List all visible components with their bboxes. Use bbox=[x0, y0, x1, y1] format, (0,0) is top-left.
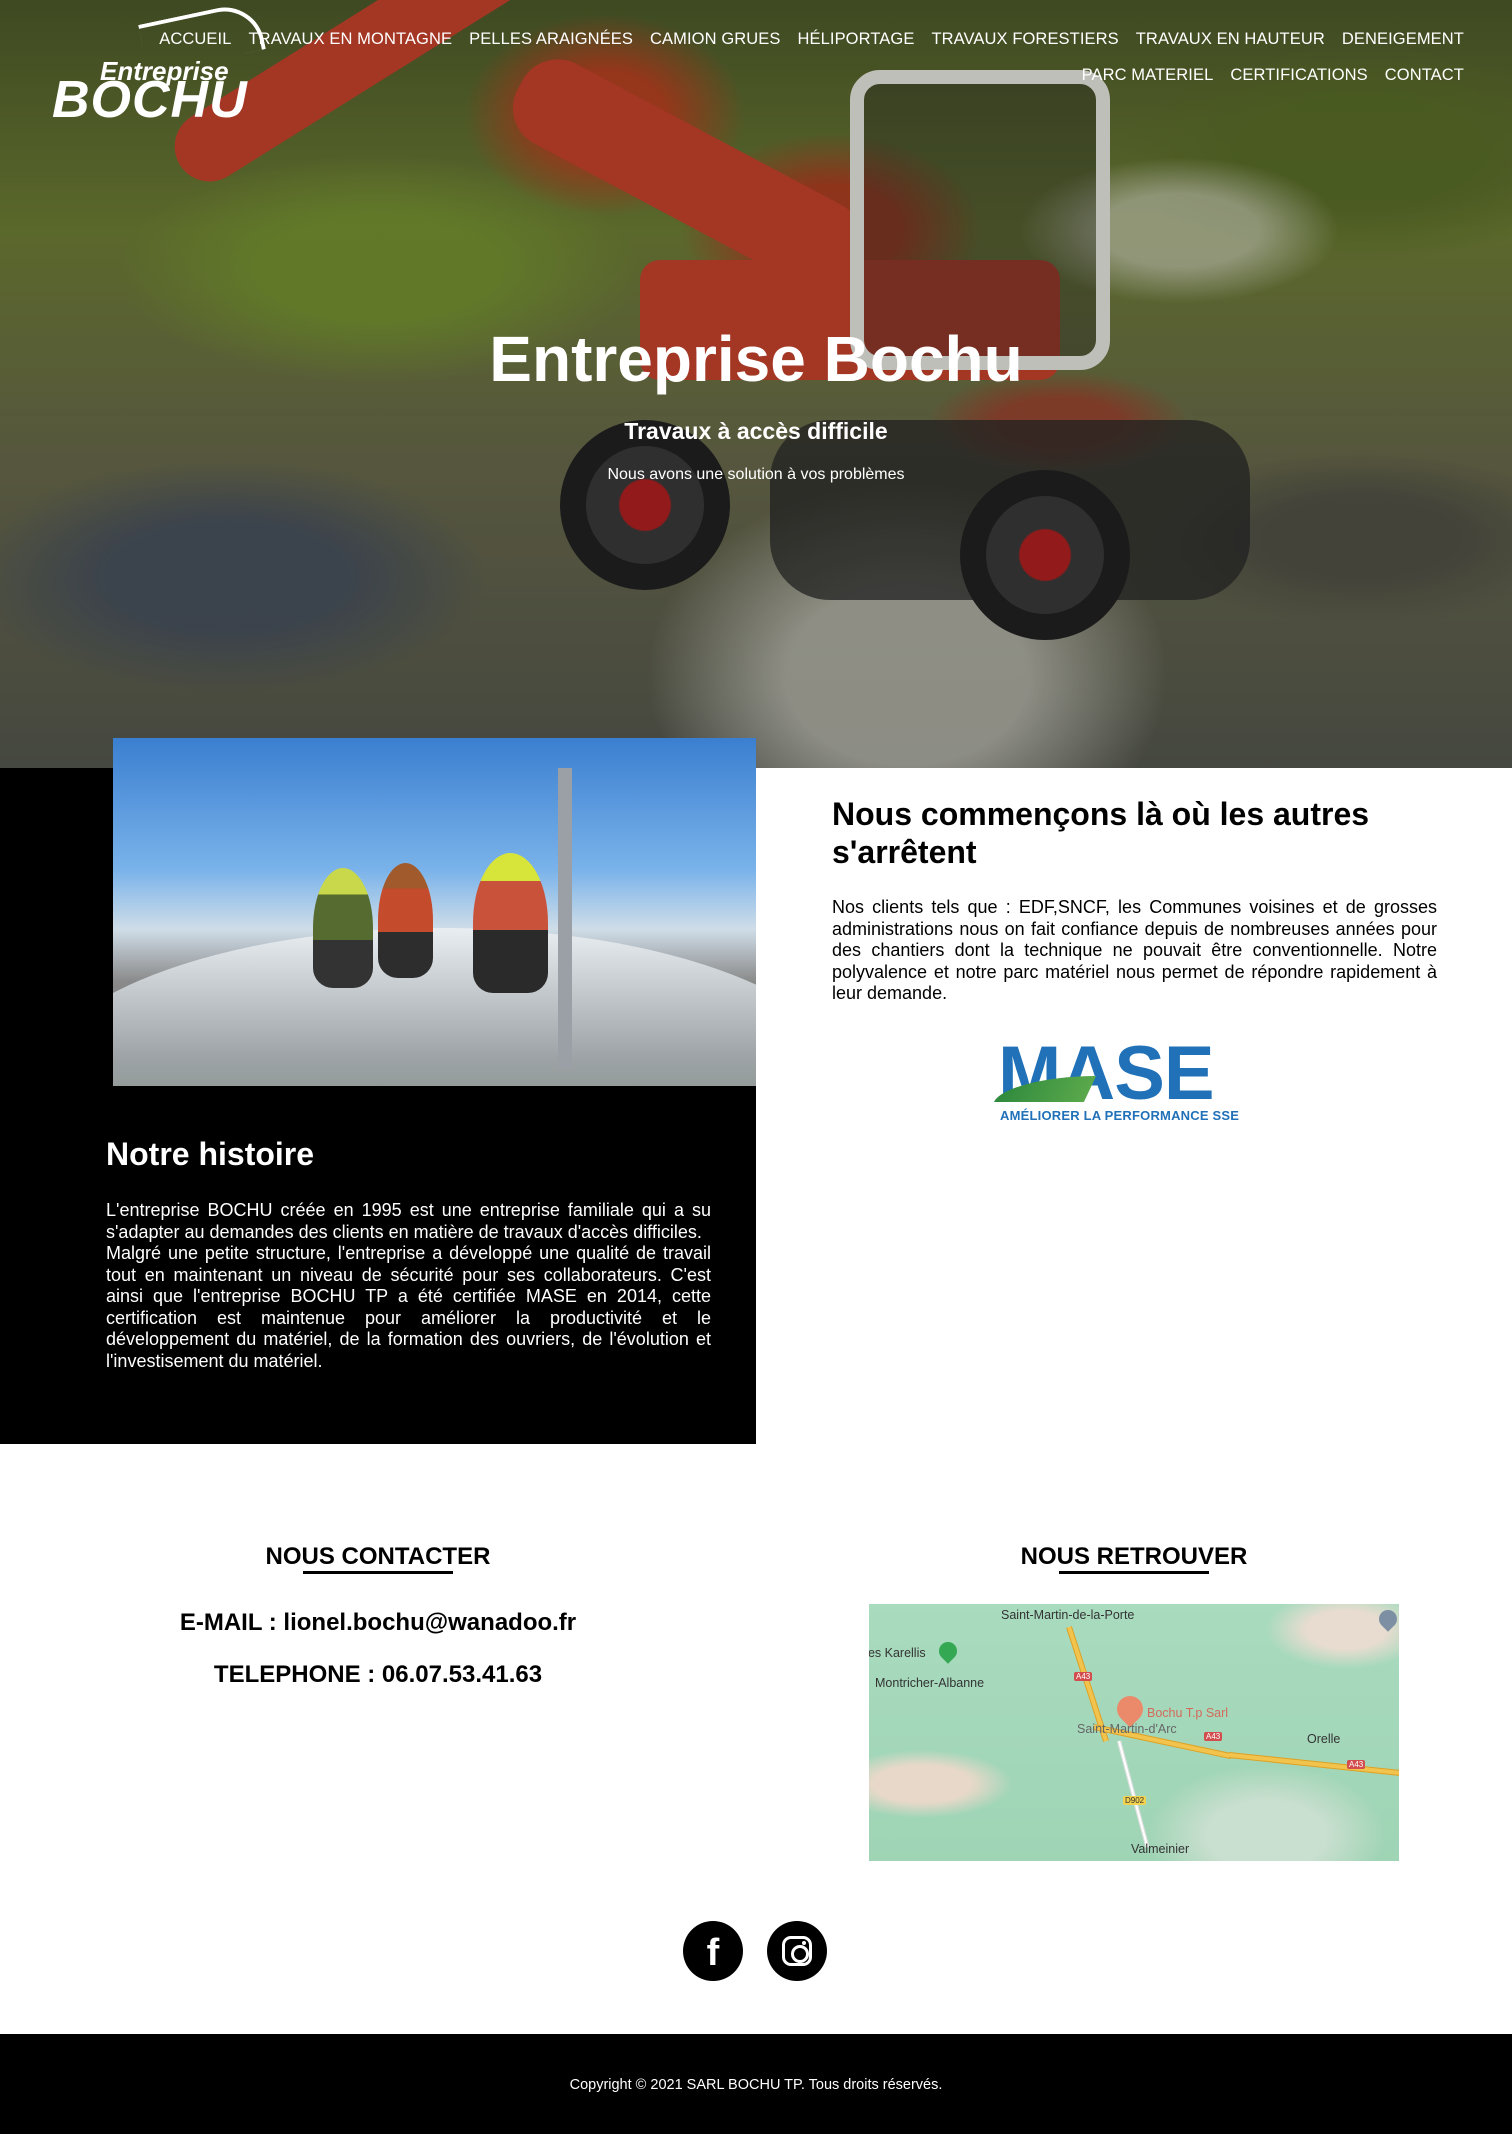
copyright-text: Copyright © 2021 SARL BOCHU TP. Tous dro… bbox=[569, 2077, 943, 2093]
nav-camion-grues[interactable]: CAMION GRUES bbox=[650, 30, 780, 49]
hero-banner: Entreprise BOCHU ACCUEIL TRAVAUX EN MONT… bbox=[0, 0, 1512, 768]
facebook-link[interactable]: f bbox=[683, 1921, 743, 1981]
map-poi-icon bbox=[1375, 1606, 1399, 1632]
history-text: L'entreprise BOCHU créée en 1995 est une… bbox=[106, 1200, 711, 1372]
contact-title-underline bbox=[303, 1571, 453, 1574]
locate-title: NOUS RETROUVER bbox=[1020, 1543, 1248, 1570]
nav-heliportage[interactable]: HÉLIPORTAGE bbox=[798, 30, 915, 49]
nav-travaux-hauteur[interactable]: TRAVAUX EN HAUTEUR bbox=[1136, 30, 1325, 49]
worker bbox=[473, 853, 548, 993]
main-nav: ACCUEIL TRAVAUX EN MONTAGNE PELLES ARAIG… bbox=[159, 30, 1464, 85]
intro-title: Nous commençons là où les autres s'arrêt… bbox=[832, 796, 1370, 870]
mase-certification-logo: MASE AMÉLIORER LA PERFORMANCE SSE bbox=[993, 1031, 1268, 1124]
nav-accueil[interactable]: ACCUEIL bbox=[159, 30, 231, 49]
locate-title-underline bbox=[1059, 1571, 1209, 1574]
antenna-tower bbox=[558, 768, 572, 1068]
mase-tagline: AMÉLIORER LA PERFORMANCE SSE bbox=[1000, 1108, 1240, 1123]
map-label-business: Bochu T.p Sarl bbox=[1147, 1706, 1229, 1720]
team-photo bbox=[113, 738, 756, 1086]
nav-row-2: PARC MATERIEL CERTIFICATIONS CONTACT bbox=[204, 66, 1464, 85]
history-title: Notre histoire bbox=[106, 1136, 315, 1172]
map-road-badge: D902 bbox=[1123, 1796, 1147, 1805]
instagram-icon bbox=[782, 1936, 812, 1966]
history-paragraph-2: Malgré une petite structure, l'entrepris… bbox=[106, 1243, 711, 1371]
mountain-panorama bbox=[113, 928, 756, 1086]
nav-certifications[interactable]: CERTIFICATIONS bbox=[1230, 66, 1367, 85]
map-road bbox=[1228, 1752, 1399, 1777]
map-pin-green-icon bbox=[935, 1638, 961, 1664]
hero-subtitle: Travaux à accès difficile bbox=[624, 418, 888, 444]
map-label-valmeinier: Valmeinier bbox=[1131, 1842, 1190, 1856]
history-paragraph-1: L'entreprise BOCHU créée en 1995 est une… bbox=[106, 1200, 711, 1242]
contact-email[interactable]: E-MAIL : lionel.bochu@wanadoo.fr bbox=[128, 1609, 628, 1637]
map-label-top: Saint-Martin-de-la-Porte bbox=[1001, 1608, 1135, 1622]
map-label-town: Saint-Martin-d'Arc bbox=[1077, 1722, 1177, 1736]
nav-parc-materiel[interactable]: PARC MATERIEL bbox=[1082, 66, 1214, 85]
contact-phone[interactable]: TELEPHONE : 06.07.53.41.63 bbox=[128, 1661, 628, 1689]
map-road-badge: A43 bbox=[1204, 1732, 1223, 1741]
nav-travaux-forestiers[interactable]: TRAVAUX FORESTIERS bbox=[931, 30, 1118, 49]
worker bbox=[313, 868, 373, 988]
nav-travaux-montagne[interactable]: TRAVAUX EN MONTAGNE bbox=[249, 30, 453, 49]
hero-title: Entreprise Bochu bbox=[489, 323, 1023, 395]
location-map[interactable]: Saint-Martin-de-la-Porte Les Karellis Mo… bbox=[869, 1604, 1399, 1861]
intro-text: Nos clients tels que : EDF,SNCF, les Com… bbox=[832, 897, 1437, 1003]
map-label-montricher: Montricher-Albanne bbox=[875, 1676, 985, 1690]
contact-title: NOUS CONTACTER bbox=[265, 1543, 491, 1570]
hero-tagline: Nous avons une solution à vos problèmes bbox=[607, 466, 905, 483]
map-road-badge: A43 bbox=[1074, 1672, 1093, 1681]
instagram-link[interactable] bbox=[767, 1921, 827, 1981]
map-road-badge: A43 bbox=[1347, 1760, 1366, 1769]
nav-row-1: ACCUEIL TRAVAUX EN MONTAGNE PELLES ARAIG… bbox=[159, 30, 1464, 49]
facebook-icon: f bbox=[706, 1932, 720, 1974]
worker bbox=[378, 863, 433, 978]
nav-pelles-araignees[interactable]: PELLES ARAIGNÉES bbox=[469, 30, 633, 49]
map-label-karellis: Les Karellis bbox=[869, 1646, 926, 1660]
mase-logo-text: MASE bbox=[998, 1031, 1215, 1116]
nav-contact[interactable]: CONTACT bbox=[1385, 66, 1464, 85]
map-label-orelle: Orelle bbox=[1307, 1732, 1341, 1746]
map-road bbox=[1117, 1740, 1150, 1848]
nav-deneigement[interactable]: DENEIGEMENT bbox=[1342, 30, 1464, 49]
